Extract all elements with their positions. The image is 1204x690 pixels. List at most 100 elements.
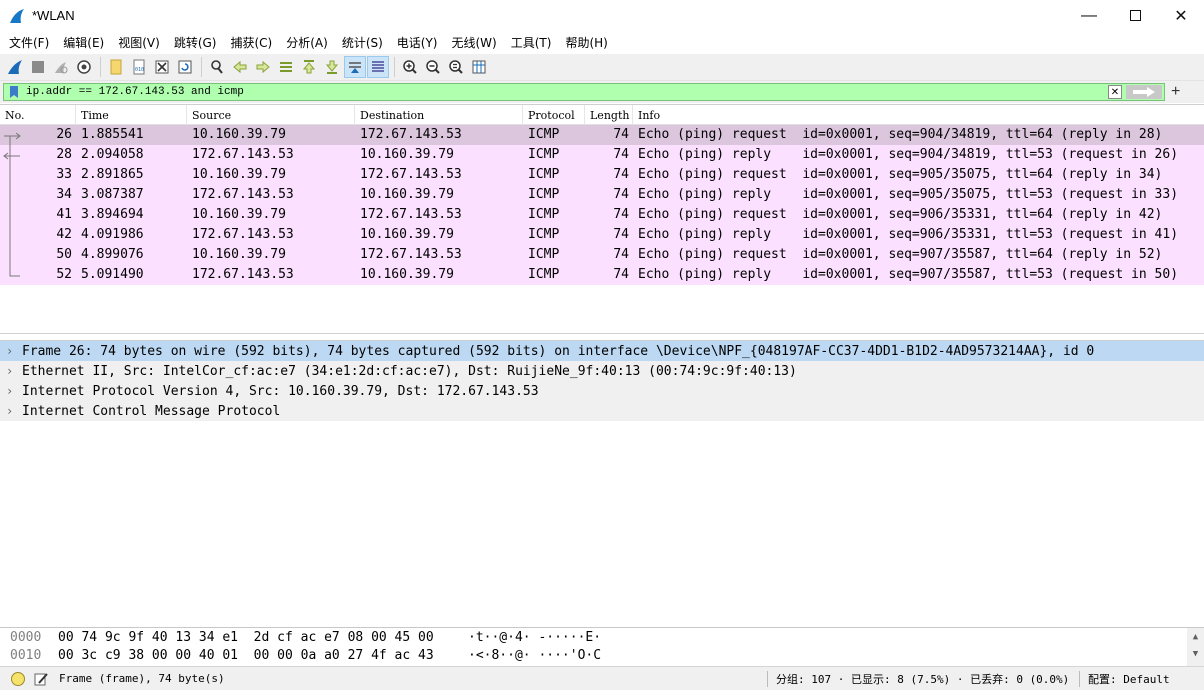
colorize-icon[interactable] — [367, 56, 389, 78]
reload-file-icon[interactable] — [174, 56, 196, 78]
menu-bar: 文件(F) 编辑(E) 视图(V) 跳转(G) 捕获(C) 分析(A) 统计(S… — [0, 31, 1204, 54]
packet-info: Echo (ping) request id=0x0001, seq=904/3… — [638, 127, 1163, 142]
menu-view[interactable]: 视图(V) — [112, 34, 166, 51]
packet-time: 4.899076 — [81, 247, 144, 262]
related-packets-indicator — [3, 132, 21, 277]
status-profile[interactable]: 配置: Default — [1088, 671, 1170, 687]
filter-bookmark-icon[interactable] — [6, 84, 22, 100]
col-header-length[interactable]: Length — [585, 105, 633, 125]
autoscroll-icon[interactable] — [344, 56, 366, 78]
bytes-hex[interactable]: 00 74 9c 9f 40 13 34 e1 2d cf ac e7 08 0… — [58, 630, 468, 645]
scroll-up-icon[interactable]: ▲ — [1187, 628, 1204, 645]
open-file-icon[interactable] — [105, 56, 127, 78]
bytes-row[interactable]: 0000 00 74 9c 9f 40 13 34 e1 2d cf ac e7… — [0, 628, 1204, 646]
status-separator — [1079, 670, 1080, 687]
go-to-packet-icon[interactable] — [275, 56, 297, 78]
add-filter-button-icon[interactable]: + — [1171, 83, 1180, 101]
packet-source: 172.67.143.53 — [192, 267, 294, 282]
expand-chevron-icon[interactable]: › — [0, 404, 22, 418]
packet-length: 74 — [613, 187, 629, 202]
go-forward-icon[interactable] — [252, 56, 274, 78]
bytes-scrollbar[interactable]: ▲ ▼ — [1187, 628, 1204, 667]
menu-help[interactable]: 帮助(H) — [559, 34, 613, 51]
edit-comment-icon[interactable] — [33, 671, 49, 687]
close-icon[interactable]: ✕ — [1158, 0, 1204, 31]
save-file-icon[interactable]: 010 — [128, 56, 150, 78]
packet-protocol: ICMP — [528, 267, 560, 282]
maximize-icon[interactable] — [1112, 0, 1158, 31]
packet-info: Echo (ping) reply id=0x0001, seq=907/355… — [638, 267, 1179, 282]
packet-time: 2.094058 — [81, 147, 144, 162]
packet-time: 4.091986 — [81, 227, 144, 242]
packet-row[interactable]: 26 1.885541 10.160.39.79 172.67.143.53 ICMP 7… — [0, 125, 1204, 145]
expert-info-icon[interactable] — [11, 671, 25, 686]
packet-length: 74 — [613, 267, 629, 282]
menu-statistics[interactable]: 统计(S) — [336, 34, 389, 51]
status-packet-stats: 分组: 107 · 已显示: 8 (7.5%) · 已丢弃: 0 (0.0%) — [776, 672, 1070, 686]
menu-edit[interactable]: 编辑(E) — [57, 34, 110, 51]
packet-destination: 10.160.39.79 — [360, 267, 454, 282]
bytes-ascii[interactable]: ·<·8··@· ····'O·C — [468, 648, 668, 663]
bytes-ascii[interactable]: ·t··@·4· -·····E· — [468, 630, 668, 645]
col-header-no[interactable]: No. — [0, 105, 76, 125]
go-first-icon[interactable] — [298, 56, 320, 78]
packet-row[interactable]: 34 3.087387 172.67.143.53 10.160.39.79 ICMP 7… — [0, 185, 1204, 205]
zoom-in-icon[interactable] — [399, 56, 421, 78]
menu-analyze[interactable]: 分析(A) — [280, 34, 334, 51]
packet-length: 74 — [613, 247, 629, 262]
packet-source: 172.67.143.53 — [192, 227, 294, 242]
bytes-row[interactable]: 0010 00 3c c9 38 00 00 40 01 00 00 0a a0… — [0, 646, 1204, 664]
capture-options-icon[interactable] — [73, 56, 95, 78]
detail-ipv4[interactable]: › Internet Protocol Version 4, Src: 10.1… — [0, 381, 1204, 401]
go-last-icon[interactable] — [321, 56, 343, 78]
packet-row[interactable]: 50 4.899076 10.160.39.79 172.67.143.53 ICMP 7… — [0, 245, 1204, 265]
detail-frame[interactable]: › Frame 26: 74 bytes on wire (592 bits),… — [0, 341, 1204, 361]
menu-tools[interactable]: 工具(T) — [505, 34, 558, 51]
resize-columns-icon[interactable] — [468, 56, 490, 78]
menu-telephony[interactable]: 电话(Y) — [391, 34, 444, 51]
find-packet-icon[interactable] — [206, 56, 228, 78]
start-capture-icon[interactable] — [4, 56, 26, 78]
col-header-info[interactable]: Info — [633, 105, 1198, 125]
col-header-protocol[interactable]: Protocol — [523, 105, 585, 125]
packet-length: 74 — [613, 227, 629, 242]
packet-row[interactable]: 52 5.091490 172.67.143.53 10.160.39.79 ICMP 7… — [0, 265, 1204, 285]
restart-capture-icon[interactable] — [50, 56, 72, 78]
menu-capture[interactable]: 捕获(C) — [224, 34, 278, 51]
packet-row[interactable]: 28 2.094058 172.67.143.53 10.160.39.79 ICMP 7… — [0, 145, 1204, 165]
expand-chevron-icon[interactable]: › — [0, 364, 22, 378]
zoom-out-icon[interactable] — [422, 56, 444, 78]
menu-file[interactable]: 文件(F) — [3, 34, 55, 51]
packet-row[interactable]: 33 2.891865 10.160.39.79 172.67.143.53 ICMP 7… — [0, 165, 1204, 185]
expand-chevron-icon[interactable]: › — [0, 344, 22, 358]
packet-length: 74 — [613, 207, 629, 222]
col-header-source[interactable]: Source — [187, 105, 355, 125]
packet-length: 74 — [613, 127, 629, 142]
minimize-icon[interactable]: — — [1066, 0, 1112, 31]
col-header-time[interactable]: Time — [76, 105, 187, 125]
bytes-offset: 0010 — [10, 647, 42, 663]
expand-chevron-icon[interactable]: › — [0, 384, 22, 398]
window-title: *WLAN — [32, 8, 75, 23]
display-filter-bar: ✕ + — [0, 81, 1204, 103]
bytes-hex[interactable]: 00 3c c9 38 00 00 40 01 00 00 0a a0 27 4… — [58, 648, 468, 663]
packet-row[interactable]: 41 3.894694 10.160.39.79 172.67.143.53 ICMP 7… — [0, 205, 1204, 225]
apply-filter-icon[interactable] — [1126, 85, 1162, 99]
detail-icmp[interactable]: › Internet Control Message Protocol — [0, 401, 1204, 421]
zoom-normal-icon[interactable] — [445, 56, 467, 78]
detail-ethernet[interactable]: › Ethernet II, Src: IntelCor_cf:ac:e7 (3… — [0, 361, 1204, 381]
packet-row[interactable]: 42 4.091986 172.67.143.53 10.160.39.79 ICMP 7… — [0, 225, 1204, 245]
menu-wireless[interactable]: 无线(W) — [446, 34, 503, 51]
col-header-destination[interactable]: Destination — [355, 105, 523, 125]
scroll-down-icon[interactable]: ▼ — [1187, 645, 1204, 662]
packet-source: 10.160.39.79 — [192, 167, 286, 182]
wireshark-fin-icon — [10, 8, 24, 23]
close-file-icon[interactable] — [151, 56, 173, 78]
stop-capture-icon[interactable] — [27, 56, 49, 78]
display-filter-input[interactable] — [22, 84, 1112, 100]
packet-time: 2.891865 — [81, 167, 144, 182]
title-bar: *WLAN — ✕ — [0, 0, 1204, 31]
clear-filter-icon[interactable]: ✕ — [1108, 85, 1122, 99]
menu-go[interactable]: 跳转(G) — [168, 34, 223, 51]
go-back-icon[interactable] — [229, 56, 251, 78]
